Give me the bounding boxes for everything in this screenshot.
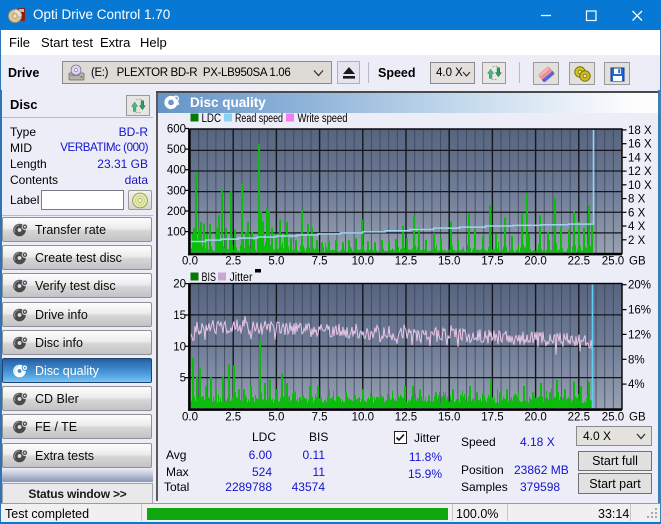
svg-text:16 X: 16 X [628, 139, 652, 151]
svg-text:14 X: 14 X [628, 152, 652, 164]
svg-text:Read speed: Read speed [235, 113, 283, 125]
svg-text:LDC: LDC [202, 113, 222, 125]
svg-text:8 X: 8 X [628, 194, 646, 206]
svg-text:15: 15 [173, 310, 186, 322]
svg-text:17.5: 17.5 [481, 412, 503, 424]
svg-text:6 X: 6 X [628, 207, 646, 219]
svg-text:17.5: 17.5 [481, 256, 503, 268]
svg-text:12 X: 12 X [628, 166, 652, 178]
svg-text:7.5: 7.5 [312, 256, 328, 268]
svg-text:12%: 12% [628, 329, 651, 341]
svg-text:25.0: 25.0 [602, 412, 624, 424]
svg-text:600: 600 [167, 124, 186, 136]
svg-text:Write speed: Write speed [298, 113, 348, 125]
svg-text:4%: 4% [628, 379, 645, 391]
svg-text:18 X: 18 X [628, 125, 652, 137]
svg-text:300: 300 [167, 185, 186, 197]
svg-text:200: 200 [167, 206, 186, 218]
svg-text:0.0: 0.0 [182, 412, 198, 424]
svg-text:2.5: 2.5 [225, 256, 241, 268]
svg-text:5.0: 5.0 [268, 256, 284, 268]
svg-text:12.5: 12.5 [395, 256, 417, 268]
svg-text:12.5: 12.5 [395, 412, 417, 424]
svg-text:GB: GB [629, 412, 646, 424]
svg-text:16%: 16% [628, 305, 651, 317]
svg-text:GB: GB [629, 256, 646, 268]
svg-text:0.0: 0.0 [182, 256, 198, 268]
svg-text:100: 100 [167, 227, 186, 239]
svg-text:22.5: 22.5 [568, 412, 590, 424]
svg-text:5.0: 5.0 [268, 412, 284, 424]
svg-text:10.0: 10.0 [352, 256, 374, 268]
svg-text:2 X: 2 X [628, 235, 646, 247]
svg-text:22.5: 22.5 [568, 256, 590, 268]
svg-text:20: 20 [173, 279, 186, 291]
svg-text:7.5: 7.5 [312, 412, 328, 424]
svg-text:400: 400 [167, 165, 186, 177]
svg-text:10: 10 [173, 341, 186, 353]
svg-text:500: 500 [167, 144, 186, 156]
svg-text:20%: 20% [628, 280, 651, 292]
svg-text:20.0: 20.0 [524, 256, 546, 268]
svg-text:10 X: 10 X [628, 180, 652, 192]
svg-text:25.0: 25.0 [602, 256, 624, 268]
svg-text:2.5: 2.5 [225, 412, 241, 424]
svg-text:4 X: 4 X [628, 221, 646, 233]
svg-text:10.0: 10.0 [352, 412, 374, 424]
svg-text:8%: 8% [628, 354, 645, 366]
svg-text:15.0: 15.0 [438, 412, 460, 424]
svg-text:Jitter: Jitter [230, 272, 253, 284]
svg-text:20.0: 20.0 [524, 412, 546, 424]
svg-text:BIS: BIS [202, 272, 217, 284]
svg-text:15.0: 15.0 [438, 256, 460, 268]
svg-text:5: 5 [180, 373, 186, 385]
